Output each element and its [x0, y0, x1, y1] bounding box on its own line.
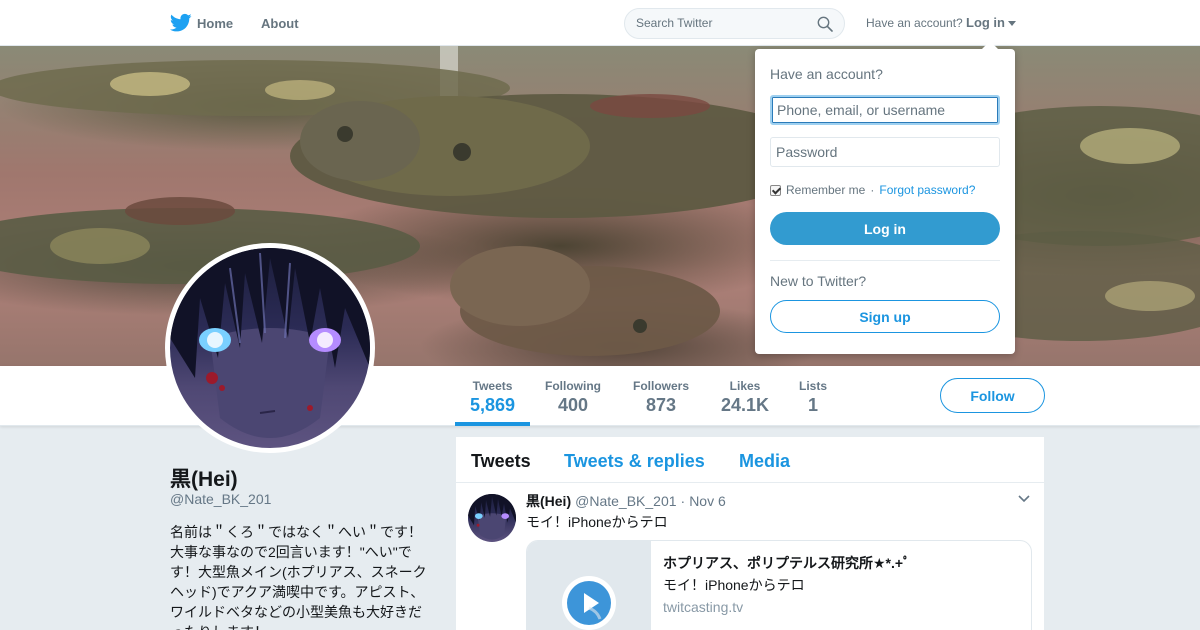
stat-value: 24.1K	[721, 395, 770, 415]
follow-button[interactable]: Follow	[940, 378, 1045, 413]
stat-label: Lists	[799, 379, 828, 393]
new-to-twitter-text: New to Twitter?	[770, 273, 867, 289]
dropdown-divider	[770, 260, 1000, 261]
top-navigation: Home About Have an account? Log in	[0, 0, 1200, 46]
login-toggle-label: Log in	[966, 15, 1005, 30]
stat-tweets[interactable]: Tweets 5,869	[470, 379, 515, 416]
login-dropdown: Have an account? Remember me · Forgot pa…	[755, 41, 1015, 354]
profile-bio: 名前は＂くろ＂ではなく＂へい＂です！大事な事なので2回言います！"へい"です！大…	[170, 524, 427, 630]
card-thumbnail	[527, 541, 651, 630]
stat-value: 400	[557, 395, 589, 415]
login-button[interactable]: Log in	[770, 212, 1000, 245]
card-domain: twitcasting.tv	[663, 599, 744, 615]
play-icon[interactable]	[562, 576, 616, 630]
tweet-author-handle[interactable]: @Nate_BK_201	[575, 493, 676, 509]
timeline-tabs: Tweets Tweets & replies Media	[456, 437, 1044, 483]
profile-handle[interactable]: @Nate_BK_201	[170, 491, 271, 507]
remember-me-checkbox[interactable]	[770, 184, 781, 196]
have-account-text: Have an account?	[866, 16, 963, 30]
profile-avatar[interactable]	[165, 243, 375, 453]
forgot-password-link[interactable]: Forgot password?	[879, 183, 975, 197]
remember-separator: ·	[870, 183, 875, 197]
stat-following[interactable]: Following 400	[545, 379, 601, 416]
tweet-header: 黒(Hei) @Nate_BK_201 · Nov 6	[526, 491, 726, 511]
stat-label: Following	[545, 379, 601, 393]
login-dropdown-toggle[interactable]: Log in	[966, 15, 1016, 30]
tweet-avatar[interactable]	[468, 494, 516, 542]
tab-tweets-and-replies[interactable]: Tweets & replies	[564, 451, 705, 472]
tab-media[interactable]: Media	[739, 451, 790, 472]
stat-label: Followers	[633, 379, 690, 393]
card-description: モイ！iPhoneからテロ	[663, 577, 805, 593]
nav-home-link[interactable]: Home	[170, 0, 233, 46]
tab-tweets[interactable]: Tweets	[471, 451, 531, 472]
tweet-text: モイ！iPhoneからテロ	[526, 514, 668, 530]
card-title: ホプリアス、ポリプテルス研究所★*.+ﾟ	[663, 555, 911, 571]
chevron-down-icon[interactable]	[1018, 495, 1030, 503]
stat-label: Tweets	[472, 379, 513, 393]
stat-likes[interactable]: Likes 24.1K	[721, 379, 769, 416]
password-field[interactable]	[770, 137, 1000, 167]
remember-me-label[interactable]: Remember me	[786, 183, 865, 197]
avatar-illustration	[170, 248, 370, 438]
stat-value: 1	[808, 395, 819, 415]
tweet[interactable]: 黒(Hei) @Nate_BK_201 · Nov 6 モイ！iPhoneからテ…	[456, 483, 1044, 630]
tweet-separator: ·	[680, 493, 686, 509]
username-field[interactable]	[770, 95, 1000, 125]
signup-button[interactable]: Sign up	[770, 300, 1000, 333]
play-icon-inner	[567, 581, 611, 625]
stat-label: Likes	[729, 379, 761, 393]
tweet-avatar-illustration	[468, 494, 516, 540]
stat-followers[interactable]: Followers 873	[633, 379, 689, 416]
profile-name[interactable]: 黒(Hei)	[170, 463, 238, 493]
caret-down-icon	[1008, 20, 1016, 26]
tweet-author-name[interactable]: 黒(Hei)	[526, 491, 571, 511]
active-stat-indicator	[455, 422, 530, 426]
play-triangle-icon	[584, 593, 602, 620]
search-input[interactable]	[636, 16, 811, 30]
stat-value: 873	[645, 395, 677, 415]
remember-me-row: Remember me · Forgot password?	[770, 183, 975, 197]
search-icon[interactable]	[817, 16, 833, 32]
login-dropdown-title: Have an account?	[770, 66, 883, 82]
stat-lists[interactable]: Lists 1	[799, 379, 827, 416]
link-card[interactable]: ホプリアス、ポリプテルス研究所★*.+ﾟ モイ！iPhoneからテロ twitc…	[526, 540, 1032, 630]
timeline: Tweets Tweets & replies Media 黒(Hei) @Na…	[456, 437, 1044, 630]
tweet-date[interactable]: Nov 6	[689, 493, 726, 509]
stat-value: 5,869	[470, 395, 516, 415]
nav-about-link[interactable]: About	[261, 0, 299, 46]
search-box[interactable]	[624, 8, 845, 39]
